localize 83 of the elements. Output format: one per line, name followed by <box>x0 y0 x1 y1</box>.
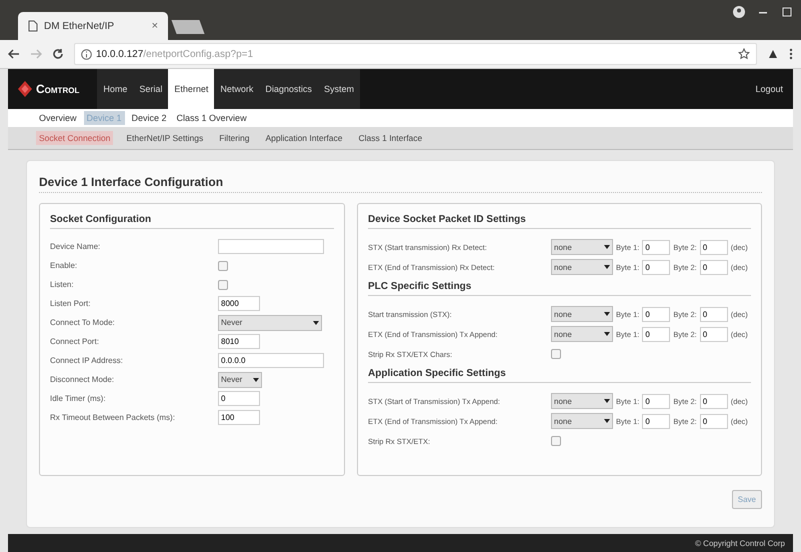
input-field[interactable]: 0.0.0.0 <box>218 353 324 368</box>
input-field[interactable]: 0 <box>642 240 670 254</box>
close-tab-button[interactable]: × <box>152 20 158 32</box>
caret-icon <box>253 378 259 382</box>
input-field[interactable]: 0 <box>642 394 670 408</box>
brand-name: Comtrol <box>36 82 80 96</box>
caret-icon <box>604 419 610 423</box>
logo-icon <box>18 81 32 97</box>
dropdown[interactable]: none <box>551 306 613 322</box>
dropdown[interactable]: Never <box>218 314 322 330</box>
input-field[interactable]: 0 <box>642 260 670 274</box>
dropdown[interactable]: none <box>551 259 613 275</box>
new-tab-button[interactable] <box>171 20 205 34</box>
input-field[interactable]: 0 <box>642 306 670 322</box>
reload-icon[interactable] <box>52 48 64 60</box>
checkbox[interactable] <box>218 280 228 290</box>
input-field[interactable]: 8010 <box>218 334 260 349</box>
caret-icon <box>604 265 610 269</box>
caret-icon <box>313 320 319 324</box>
section-tab[interactable]: Filtering <box>216 131 252 145</box>
dropdown[interactable]: none <box>551 413 613 429</box>
field-label: Rx Timeout Between Packets (ms): <box>50 413 176 422</box>
maximize-icon[interactable] <box>781 6 793 18</box>
caret-icon <box>604 312 610 316</box>
section-title: Device Socket Packet ID Settings <box>368 214 751 229</box>
input-field[interactable]: 0 <box>218 391 260 406</box>
checkbox[interactable] <box>551 436 561 446</box>
caret-icon <box>604 245 610 249</box>
logout-link[interactable]: Logout <box>745 69 793 109</box>
field-label: Listen: <box>50 280 75 289</box>
section-tab[interactable]: EtherNet/IP Settings <box>123 131 206 145</box>
browser-tab[interactable]: DM EtherNet/IP × <box>18 12 168 40</box>
nav-tab[interactable]: Home <box>97 69 134 109</box>
field-label: Listen Port: <box>50 299 92 308</box>
dropdown[interactable]: none <box>551 393 613 409</box>
subnav-tab[interactable]: Class 1 Overview <box>174 111 250 125</box>
bookmark-star-icon[interactable] <box>738 48 750 60</box>
subnav-tab[interactable]: Overview <box>36 111 80 125</box>
nav-tab[interactable]: System <box>318 69 360 109</box>
section-title: Application Specific Settings <box>368 368 751 383</box>
back-icon[interactable] <box>8 48 20 60</box>
field-label: Idle Timer (ms): <box>50 394 107 403</box>
dropdown[interactable]: none <box>551 239 613 255</box>
input-field[interactable]: 0 <box>642 326 670 342</box>
input-field[interactable]: 0 <box>700 394 728 408</box>
page-icon <box>28 20 38 32</box>
copyright-text: © Copyright Control Corp <box>695 538 785 548</box>
input-field[interactable]: 0 <box>642 414 670 428</box>
info-icon <box>81 48 92 60</box>
section-tab[interactable]: Application Interface <box>262 131 346 145</box>
page-title: Device 1 Interface Configuration <box>39 175 762 193</box>
account-icon[interactable] <box>733 6 745 18</box>
checkbox[interactable] <box>218 260 228 270</box>
input-field[interactable]: 0 <box>700 414 728 428</box>
input-field[interactable] <box>218 239 324 254</box>
nav-tab[interactable]: Ethernet <box>168 69 214 109</box>
nav-tab[interactable]: Network <box>214 69 260 109</box>
input-field[interactable]: 0 <box>700 240 728 254</box>
section-title: PLC Specific Settings <box>368 281 751 296</box>
input-field[interactable]: 0 <box>700 260 728 274</box>
section-tab[interactable]: Class 1 Interface <box>355 131 426 145</box>
section-title: Socket Configuration <box>50 214 334 229</box>
input-field[interactable]: 0 <box>700 326 728 342</box>
caret-icon <box>604 399 610 403</box>
field-label: Connect Port: <box>50 337 100 346</box>
input-field[interactable]: 0 <box>700 306 728 322</box>
subnav-tab[interactable]: Device 2 <box>128 111 170 125</box>
field-label: Connect IP Address: <box>50 356 124 365</box>
nav-tab[interactable]: Diagnostics <box>259 69 318 109</box>
field-label: Enable: <box>50 261 78 270</box>
address-field[interactable]: 10.0.0.127/enetportConfig.asp?p=1 <box>74 43 757 65</box>
field-label: Device Name: <box>50 242 102 251</box>
input-field[interactable]: 8000 <box>218 296 260 311</box>
input-field[interactable]: 100 <box>218 410 260 425</box>
field-label: Connect To Mode: <box>50 318 116 327</box>
dropdown[interactable]: Never <box>218 372 262 388</box>
tab-title: DM EtherNet/IP <box>44 20 116 32</box>
checkbox[interactable] <box>551 349 561 359</box>
dropdown[interactable]: none <box>551 326 613 342</box>
nav-tab[interactable]: Serial <box>133 69 168 109</box>
menu-icon[interactable] <box>789 48 793 60</box>
caret-icon <box>604 332 610 336</box>
field-label: Disconnect Mode: <box>50 375 116 384</box>
